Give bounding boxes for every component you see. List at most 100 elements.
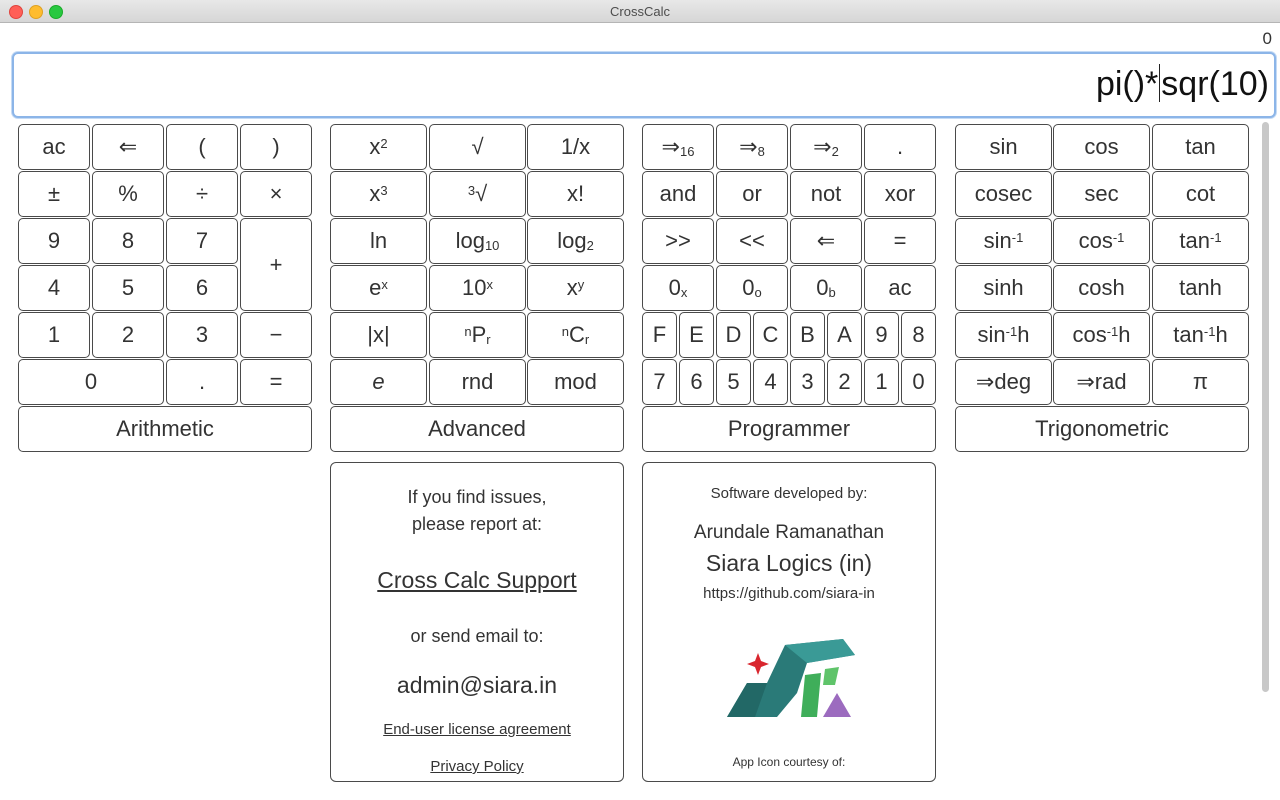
or-button[interactable]: or xyxy=(716,171,788,217)
to-degrees-button[interactable]: ⇒deg xyxy=(955,359,1052,405)
arctan-button[interactable]: tan -1 xyxy=(1152,218,1249,264)
hex-digit-button[interactable]: F xyxy=(642,312,677,358)
hex-digit-button[interactable]: C xyxy=(753,312,788,358)
hex-digit-button[interactable]: 3 xyxy=(790,359,825,405)
hex-digit-button[interactable]: A xyxy=(827,312,862,358)
category-arithmetic-button[interactable]: Arithmetic xyxy=(18,406,312,452)
prog-backspace-button[interactable]: ⇐ xyxy=(790,218,862,264)
tan-button[interactable]: tan xyxy=(1152,124,1249,170)
hex-digit-button[interactable]: 5 xyxy=(716,359,751,405)
eula-link[interactable]: End-user license agreement xyxy=(331,721,623,738)
arctanh-button[interactable]: tan -1 h xyxy=(1152,312,1249,358)
plus-button[interactable]: + xyxy=(240,218,312,311)
and-button[interactable]: and xyxy=(642,171,714,217)
cot-button[interactable]: cot xyxy=(1152,171,1249,217)
cos-button[interactable]: cos xyxy=(1053,124,1150,170)
sin-button[interactable]: sin xyxy=(955,124,1052,170)
prog-decimal-point-button[interactable]: . xyxy=(864,124,936,170)
category-programmer-button[interactable]: Programmer xyxy=(642,406,936,452)
digit-1-button[interactable]: 1 xyxy=(18,312,90,358)
modulo-button[interactable]: mod xyxy=(527,359,624,405)
not-button[interactable]: not xyxy=(790,171,862,217)
category-trigonometric-button[interactable]: Trigonometric xyxy=(955,406,1249,452)
xor-button[interactable]: xor xyxy=(864,171,936,217)
hex-digit-button[interactable]: 4 xyxy=(753,359,788,405)
cosec-button[interactable]: cosec xyxy=(955,171,1052,217)
plus-minus-button[interactable]: ± xyxy=(18,171,90,217)
prog-equals-button[interactable]: = xyxy=(864,218,936,264)
divide-button[interactable]: ÷ xyxy=(166,171,238,217)
euler-e-button[interactable]: e xyxy=(330,359,427,405)
cube-root-button[interactable]: 3 √ xyxy=(429,171,526,217)
expression-input[interactable]: pi()*sqr(10) xyxy=(12,52,1276,118)
power-button[interactable]: xy xyxy=(527,265,624,311)
support-email[interactable]: admin@siara.in xyxy=(331,672,623,699)
ln-button[interactable]: ln xyxy=(330,218,427,264)
support-link[interactable]: Cross Calc Support xyxy=(331,567,623,594)
shift-left-button[interactable]: << xyxy=(716,218,788,264)
equals-button[interactable]: = xyxy=(240,359,312,405)
log10-button[interactable]: log 10 xyxy=(429,218,526,264)
minus-button[interactable]: − xyxy=(240,312,312,358)
digit-4-button[interactable]: 4 xyxy=(18,265,90,311)
hex-digit-button[interactable]: 8 xyxy=(901,312,936,358)
arccosh-button[interactable]: cos -1 h xyxy=(1053,312,1150,358)
square-root-button[interactable]: √ xyxy=(429,124,526,170)
pi-button[interactable]: π xyxy=(1152,359,1249,405)
hex-prefix-button[interactable]: 0x xyxy=(642,265,714,311)
hex-digit-button[interactable]: 1 xyxy=(864,359,899,405)
cube-button[interactable]: x3 xyxy=(330,171,427,217)
ac-button[interactable]: ac xyxy=(18,124,90,170)
close-paren-button[interactable]: ) xyxy=(240,124,312,170)
hex-digit-button[interactable]: 6 xyxy=(679,359,714,405)
hex-digit-button[interactable]: 0 xyxy=(901,359,936,405)
hex-digit-button[interactable]: 9 xyxy=(864,312,899,358)
reciprocal-button[interactable]: 1/x xyxy=(527,124,624,170)
github-url[interactable]: https://github.com/siara-in xyxy=(643,585,935,602)
to-radians-button[interactable]: ⇒rad xyxy=(1053,359,1150,405)
digit-2-button[interactable]: 2 xyxy=(92,312,164,358)
power-of-ten-button[interactable]: 10 x xyxy=(429,265,526,311)
binary-prefix-button[interactable]: 0b xyxy=(790,265,862,311)
hex-digit-button[interactable]: B xyxy=(790,312,825,358)
factorial-button[interactable]: x! xyxy=(527,171,624,217)
combination-button[interactable]: nCr xyxy=(527,312,624,358)
sec-button[interactable]: sec xyxy=(1053,171,1150,217)
digit-6-button[interactable]: 6 xyxy=(166,265,238,311)
cosh-button[interactable]: cosh xyxy=(1053,265,1150,311)
privacy-policy-link[interactable]: Privacy Policy xyxy=(331,758,623,775)
digit-7-button[interactable]: 7 xyxy=(166,218,238,264)
hex-digit-button[interactable]: 7 xyxy=(642,359,677,405)
prog-ac-button[interactable]: ac xyxy=(864,265,936,311)
digit-5-button[interactable]: 5 xyxy=(92,265,164,311)
shift-right-button[interactable]: >> xyxy=(642,218,714,264)
exp-button[interactable]: ex xyxy=(330,265,427,311)
digit-0-button[interactable]: 0 xyxy=(18,359,164,405)
square-button[interactable]: x2 xyxy=(330,124,427,170)
octal-prefix-button[interactable]: 0o xyxy=(716,265,788,311)
to-binary-button[interactable]: ⇒ 2 xyxy=(790,124,862,170)
open-paren-button[interactable]: ( xyxy=(166,124,238,170)
category-advanced-button[interactable]: Advanced xyxy=(330,406,624,452)
digit-3-button[interactable]: 3 xyxy=(166,312,238,358)
percent-button[interactable]: % xyxy=(92,171,164,217)
to-octal-button[interactable]: ⇒ 8 xyxy=(716,124,788,170)
backspace-button[interactable]: ⇐ xyxy=(92,124,164,170)
multiply-button[interactable]: × xyxy=(240,171,312,217)
permutation-button[interactable]: nPr xyxy=(429,312,526,358)
hex-digit-button[interactable]: E xyxy=(679,312,714,358)
log2-button[interactable]: log 2 xyxy=(527,218,624,264)
tanh-button[interactable]: tanh xyxy=(1152,265,1249,311)
arccos-button[interactable]: cos -1 xyxy=(1053,218,1150,264)
absolute-value-button[interactable]: |x| xyxy=(330,312,427,358)
hex-digit-button[interactable]: 2 xyxy=(827,359,862,405)
digit-9-button[interactable]: 9 xyxy=(18,218,90,264)
to-hex-button[interactable]: ⇒ 16 xyxy=(642,124,714,170)
hex-digit-button[interactable]: D xyxy=(716,312,751,358)
random-button[interactable]: rnd xyxy=(429,359,526,405)
vertical-scrollbar[interactable] xyxy=(1262,122,1269,692)
digit-8-button[interactable]: 8 xyxy=(92,218,164,264)
sinh-button[interactable]: sinh xyxy=(955,265,1052,311)
arcsin-button[interactable]: sin -1 xyxy=(955,218,1052,264)
decimal-point-button[interactable]: . xyxy=(166,359,238,405)
